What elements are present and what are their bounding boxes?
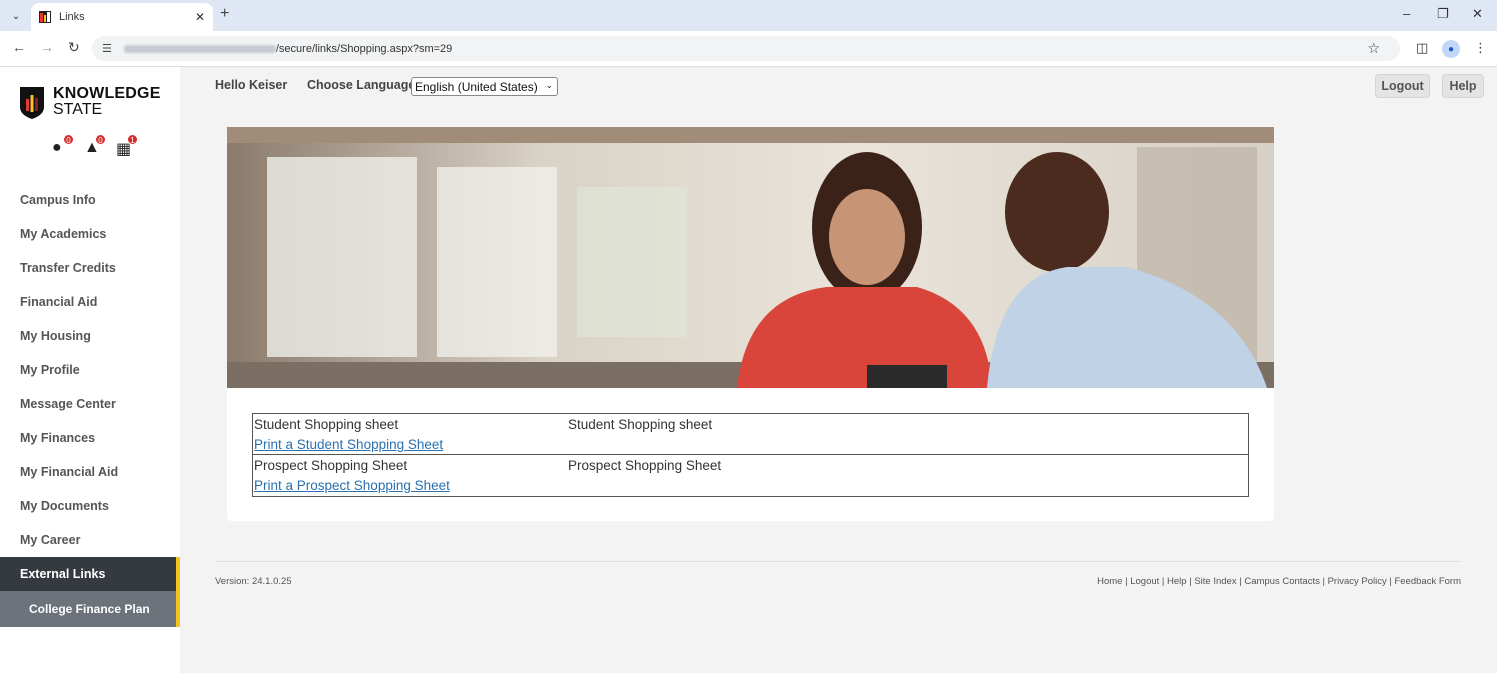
- logo-line1: KNOWLEDGE: [53, 85, 161, 102]
- profile-avatar-icon[interactable]: ●: [1442, 40, 1460, 58]
- notifications-count: 0: [95, 134, 106, 145]
- greeting: Hello Keiser: [215, 78, 288, 92]
- sidebar-subitem-college-finance-plan[interactable]: College Finance Plan: [0, 591, 180, 627]
- site-info-icon[interactable]: ☰: [102, 42, 112, 55]
- footer-link-logout[interactable]: Logout: [1130, 576, 1159, 587]
- url-host-redacted: [123, 44, 276, 53]
- footer-link-site-index[interactable]: Site Index: [1194, 576, 1236, 587]
- alerts-button[interactable]: ● 0: [52, 134, 74, 157]
- sidebar-item-campus-info[interactable]: Campus Info: [0, 183, 180, 217]
- footer-divider: [215, 561, 1461, 562]
- forward-icon[interactable]: →: [40, 39, 54, 55]
- browser-menu-icon[interactable]: ⋮: [1474, 40, 1487, 56]
- browser-toolbar: ← → ↻ ☰ /secure/links/Shopping.aspx?sm=2…: [0, 31, 1497, 67]
- minimize-icon[interactable]: –: [1403, 6, 1410, 21]
- side-panel-icon[interactable]: ◫: [1416, 40, 1428, 56]
- window-close-icon[interactable]: ✕: [1472, 6, 1483, 22]
- sidebar-item-my-finances[interactable]: My Finances: [0, 421, 180, 455]
- footer-link-help[interactable]: Help: [1167, 576, 1187, 587]
- link-title: Prospect Shopping Sheet: [254, 458, 408, 473]
- footer-links: Home | Logout | Help | Site Index | Camp…: [1097, 576, 1461, 587]
- version-text: Version: 24.1.0.25: [215, 576, 292, 587]
- links-table: Student Shopping sheet Student Shopping …: [252, 413, 1249, 497]
- reload-icon[interactable]: ↻: [68, 39, 80, 56]
- chevron-down-icon: ⌄: [545, 80, 553, 90]
- sidebar-item-my-profile[interactable]: My Profile: [0, 353, 180, 387]
- back-icon[interactable]: ←: [12, 39, 26, 55]
- restore-icon[interactable]: ❐: [1437, 6, 1449, 22]
- alert-icon: ●: [52, 139, 62, 156]
- language-select-value: English (United States): [415, 79, 538, 94]
- sidebar-item-my-career[interactable]: My Career: [0, 523, 180, 557]
- language-select[interactable]: English (United States) ⌄: [411, 77, 558, 96]
- tab-search-icon[interactable]: ⌄: [6, 6, 26, 26]
- url-path: /secure/links/Shopping.aspx?sm=29: [275, 42, 453, 55]
- sidebar-item-my-documents[interactable]: My Documents: [0, 489, 180, 523]
- shield-logo-icon: [20, 87, 44, 119]
- notifications-button[interactable]: ▲ 0: [84, 134, 106, 157]
- sidebar-nav: Campus Info My Academics Transfer Credit…: [0, 183, 180, 627]
- table-row: Prospect Shopping Sheet Prospect Shoppin…: [253, 455, 1248, 496]
- footer-link-campus-contacts[interactable]: Campus Contacts: [1244, 576, 1320, 587]
- sidebar-item-financial-aid[interactable]: Financial Aid: [0, 285, 180, 319]
- print-prospect-shopping-sheet-link[interactable]: Print a Prospect Shopping Sheet: [254, 478, 450, 493]
- browser-tab[interactable]: Links ✕: [31, 3, 213, 31]
- address-bar[interactable]: ☰ /secure/links/Shopping.aspx?sm=29 ☆: [92, 36, 1400, 61]
- link-description: Prospect Shopping Sheet: [568, 458, 722, 473]
- logout-button[interactable]: Logout: [1375, 74, 1430, 98]
- footer-link-home[interactable]: Home: [1097, 576, 1122, 587]
- link-description: Student Shopping sheet: [568, 417, 713, 432]
- print-student-shopping-sheet-link[interactable]: Print a Student Shopping Sheet: [254, 437, 443, 452]
- sidebar-item-my-housing[interactable]: My Housing: [0, 319, 180, 353]
- sidebar-item-message-center[interactable]: Message Center: [0, 387, 180, 421]
- hero-photo: [227, 127, 1274, 388]
- footer-link-privacy-policy[interactable]: Privacy Policy: [1328, 576, 1387, 587]
- tab-close-icon[interactable]: ✕: [195, 10, 205, 24]
- browser-tabstrip: ⌄ Links ✕ + – ❐ ✕: [0, 0, 1497, 31]
- notification-badges: ● 0 ▲ 0 ▦ 1: [52, 134, 138, 158]
- link-title: Student Shopping sheet: [254, 417, 399, 432]
- language-label: Choose Language :: [307, 78, 423, 92]
- sidebar-item-my-financial-aid[interactable]: My Financial Aid: [0, 455, 180, 489]
- tab-title: Links: [59, 11, 85, 23]
- footer-link-feedback-form[interactable]: Feedback Form: [1394, 576, 1461, 587]
- sidebar-item-external-links[interactable]: External Links: [0, 557, 180, 591]
- table-row: Student Shopping sheet Student Shopping …: [253, 414, 1248, 455]
- site-favicon-icon: [39, 11, 51, 23]
- help-button[interactable]: Help: [1442, 74, 1484, 98]
- content-card: Student Shopping sheet Student Shopping …: [227, 127, 1274, 521]
- bookmark-star-icon[interactable]: ☆: [1367, 40, 1380, 57]
- new-tab-icon[interactable]: +: [220, 5, 229, 23]
- sidebar-item-transfer-credits[interactable]: Transfer Credits: [0, 251, 180, 285]
- alerts-count: 0: [63, 134, 74, 145]
- calendar-count: 1: [127, 134, 138, 145]
- logo-line2: STATE: [53, 101, 103, 118]
- sidebar: KNOWLEDGE STATE ● 0 ▲ 0 ▦ 1 Campus Info …: [0, 67, 180, 673]
- calendar-button[interactable]: ▦ 1: [116, 134, 138, 158]
- site-logo[interactable]: KNOWLEDGE STATE: [20, 85, 161, 119]
- sidebar-item-my-academics[interactable]: My Academics: [0, 217, 180, 251]
